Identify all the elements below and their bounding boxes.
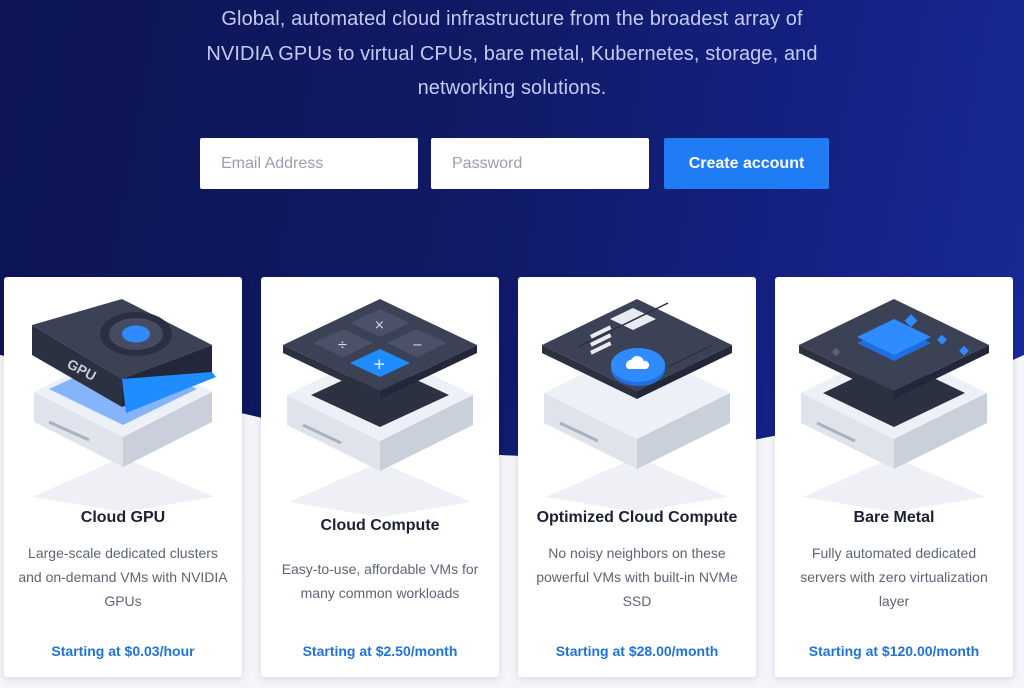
- motherboard-chip-icon: [799, 299, 989, 512]
- password-input[interactable]: [431, 138, 649, 189]
- email-input[interactable]: [200, 138, 418, 189]
- product-card-optimized-cloud-compute[interactable]: Optimized Cloud Compute No noisy neighbo…: [518, 277, 756, 677]
- product-description: Easy-to-use, affordable VMs for many com…: [281, 561, 479, 601]
- cloud-board-icon: [542, 299, 732, 512]
- svg-text:+: +: [373, 355, 386, 373]
- product-card-cloud-gpu[interactable]: GPU Cloud GPU Large-scale dedicated clus…: [4, 277, 242, 677]
- product-title: Cloud GPU: [80, 509, 166, 526]
- gpu-card-icon: GPU: [32, 299, 216, 512]
- product-description: Large-scale dedicated clusters and on-de…: [18, 545, 228, 609]
- product-card-bare-metal[interactable]: Bare Metal Fully automated dedicated ser…: [775, 277, 1013, 677]
- product-description: Fully automated dedicated servers with z…: [800, 545, 988, 609]
- product-price[interactable]: Starting at $28.00/month: [518, 643, 756, 659]
- create-account-button[interactable]: Create account: [664, 138, 829, 189]
- svg-text:−: −: [412, 338, 423, 353]
- product-price[interactable]: Starting at $0.03/hour: [4, 643, 242, 659]
- product-price[interactable]: Starting at $120.00/month: [775, 643, 1013, 659]
- product-card-cloud-compute[interactable]: × ÷ − + Cloud Compute Easy-to-use, affor…: [261, 277, 499, 677]
- product-price[interactable]: Starting at $2.50/month: [261, 643, 499, 659]
- svg-text:×: ×: [374, 318, 385, 333]
- product-title: Optimized Cloud Compute: [536, 509, 738, 526]
- product-description: No noisy neighbors on these powerful VMs…: [536, 545, 738, 609]
- product-title: Cloud Compute: [320, 517, 440, 534]
- calculator-keys-icon: × ÷ − +: [283, 299, 477, 517]
- svg-text:÷: ÷: [337, 338, 348, 353]
- product-title: Bare Metal: [853, 509, 935, 526]
- hero-tagline: Global, automated cloud infrastructure f…: [206, 8, 818, 99]
